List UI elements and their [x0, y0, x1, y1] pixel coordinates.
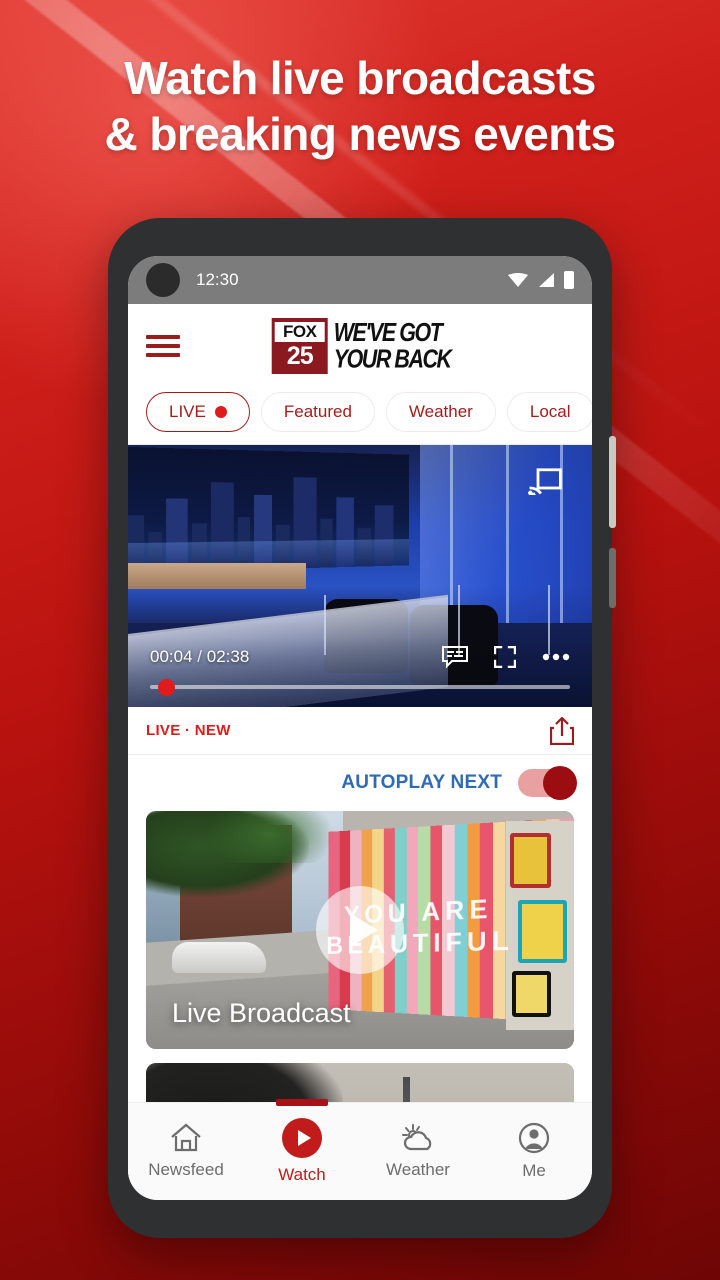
nav-active-indicator	[276, 1099, 328, 1106]
time-separator: /	[197, 647, 203, 666]
autoplay-row: AUTOPLAY NEXT	[128, 755, 592, 811]
home-icon	[171, 1123, 201, 1152]
duration: 02:38	[206, 647, 250, 666]
logo-tagline: WE'VE GOT YOUR BACK	[333, 318, 452, 374]
tab-weather-label: Weather	[408, 402, 473, 421]
promo-headline: Watch live broadcasts & breaking news ev…	[0, 50, 720, 162]
scrubber-thumb[interactable]	[158, 679, 175, 696]
tab-local-label: Local	[529, 402, 571, 421]
studio-wood-panel	[128, 563, 306, 589]
status-time: 12:30	[196, 270, 239, 289]
sun-cloud-icon	[402, 1124, 432, 1151]
video-player[interactable]: 00:04 / 02:38	[128, 445, 592, 707]
live-dot-icon	[214, 406, 227, 418]
logo-badge: FOX 25	[271, 318, 328, 374]
tab-featured[interactable]: Featured	[260, 392, 375, 432]
headline-line-1: Watch live broadcasts	[124, 52, 596, 104]
tab-local[interactable]: Local	[506, 392, 592, 432]
playback-time: 00:04 / 02:38	[150, 647, 249, 667]
cast-icon[interactable]	[528, 467, 562, 495]
nav-label-watch: Watch	[278, 1165, 326, 1184]
video-card-live-broadcast[interactable]: YOU ARE BEAUTIFUL Live Broadcast	[146, 811, 574, 1049]
logo-fox-text: FOX	[274, 322, 325, 342]
tab-live[interactable]: LIVE	[146, 392, 250, 432]
logo-channel-number: 25	[286, 342, 314, 370]
logo-tagline-line-1: WE'VE GOT	[333, 318, 443, 348]
tab-live-label: LIVE	[169, 402, 206, 421]
nav-label-weather: Weather	[386, 1160, 450, 1179]
nav-item-me[interactable]: Me	[476, 1103, 592, 1200]
autoplay-toggle[interactable]	[518, 766, 577, 800]
video-card-title: Live Broadcast	[172, 998, 351, 1028]
phone-volume-button	[609, 436, 616, 528]
headline-line-2: & breaking news events	[104, 108, 616, 160]
more-options-icon[interactable]	[542, 653, 570, 661]
nav-item-newsfeed[interactable]: Newsfeed	[128, 1103, 244, 1200]
status-icons	[508, 271, 574, 289]
phone-power-button	[609, 548, 616, 608]
tab-featured-label: Featured	[283, 402, 352, 421]
fullscreen-icon[interactable]	[494, 646, 516, 668]
play-circle-icon	[282, 1118, 322, 1158]
play-button-icon[interactable]	[316, 886, 404, 974]
wifi-icon	[508, 273, 528, 287]
tab-weather[interactable]: Weather	[385, 392, 496, 432]
phone-mockup: 12:30 FOX 25 WE'VE GOT YOUR BACK LIVE Fe…	[108, 218, 616, 1238]
current-time: 00:04	[150, 647, 193, 666]
autoplay-label: AUTOPLAY NEXT	[341, 772, 502, 793]
status-bar: 12:30	[128, 256, 592, 304]
closed-captions-icon[interactable]	[442, 646, 468, 668]
nav-label-newsfeed: Newsfeed	[148, 1160, 224, 1179]
video-meta-row: LIVE · NEW	[128, 707, 592, 755]
bottom-navigation[interactable]: Newsfeed Watch Weather Me	[128, 1099, 592, 1200]
share-icon[interactable]	[550, 716, 574, 745]
nav-item-weather[interactable]: Weather	[360, 1103, 476, 1200]
battery-icon	[564, 271, 574, 289]
logo-tagline-line-2: YOUR BACK	[333, 344, 452, 374]
autoplay-toggle-knob	[543, 766, 577, 800]
nav-item-watch[interactable]: Watch	[244, 1099, 360, 1200]
hamburger-menu-icon[interactable]	[146, 330, 180, 362]
playback-scrubber[interactable]	[150, 679, 570, 696]
account-circle-icon	[518, 1122, 550, 1154]
scrubber-track	[150, 685, 570, 689]
front-camera-icon	[146, 263, 180, 297]
phone-screen: 12:30 FOX 25 WE'VE GOT YOUR BACK LIVE Fe…	[128, 256, 592, 1200]
status-badge: LIVE · NEW	[146, 722, 231, 739]
player-controls[interactable]: 00:04 / 02:38	[128, 637, 592, 707]
studio-skyline-backdrop	[128, 446, 410, 574]
nav-label-me: Me	[522, 1161, 546, 1180]
app-header: FOX 25 WE'VE GOT YOUR BACK	[128, 304, 592, 388]
category-tabs[interactable]: LIVE Featured Weather Local	[128, 388, 592, 445]
fox25-logo: FOX 25 WE'VE GOT YOUR BACK	[271, 318, 452, 374]
signal-icon	[539, 273, 554, 287]
